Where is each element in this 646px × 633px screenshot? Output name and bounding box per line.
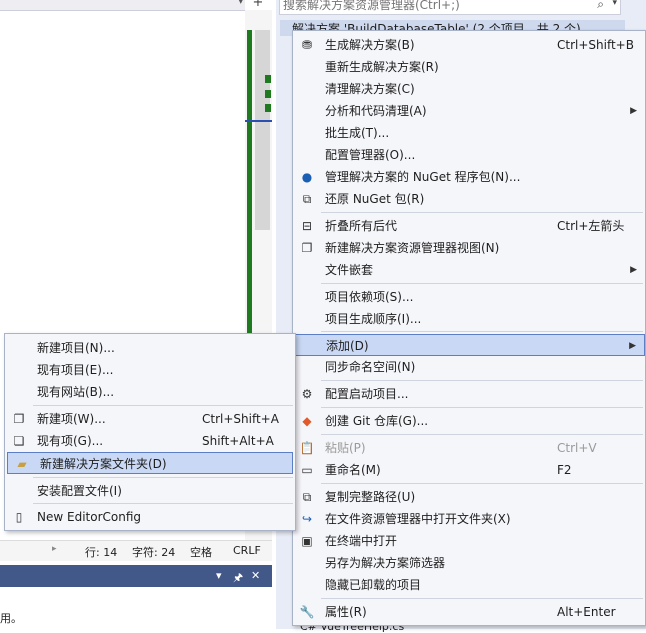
line-indicator[interactable]: 行: 14 [85,544,117,560]
close-icon[interactable]: ✕ [251,569,260,582]
menu-item-batch-build[interactable]: 批生成(T)... [293,122,645,144]
line-ending-indicator[interactable]: CRLF [233,544,261,557]
column-indicator[interactable]: 字符: 24 [132,544,175,560]
menu-item-open-in-terminal[interactable]: ▣ 在终端中打开 [293,530,645,552]
submenu-item-existing-project[interactable]: 现有项目(E)... [5,359,295,381]
solution-explorer-search[interactable]: ⌕ ▾ [279,0,621,15]
nuget-icon: ● [301,170,313,184]
build-solution-icon: ⛃ [301,38,313,52]
menu-separator [321,283,643,284]
submenu-item-new-project[interactable]: 新建项目(N)... [5,337,295,359]
menu-item-save-as-filter[interactable]: 另存为解决方案筛选器 [293,552,645,574]
scroll-left-icon[interactable]: ▸ [52,544,57,554]
submenu-item-install-config[interactable]: 安装配置文件(I) [5,480,295,502]
solution-context-menu: ⛃ 生成解决方案(B) Ctrl+Shift+B 重新生成解决方案(R) 清理解… [292,30,646,626]
menu-item-paste[interactable]: 📋 粘贴(P) Ctrl+V [293,437,645,459]
search-input[interactable] [280,0,586,13]
menu-item-project-dependencies[interactable]: 项目依赖项(S)... [293,286,645,308]
git-icon: ◆ [302,414,312,428]
add-tab-icon[interactable]: + [250,0,266,10]
gear-icon: ⚙ [301,387,313,401]
change-marker [265,90,271,98]
output-text: 用。 [0,612,22,625]
add-submenu: 新建项目(N)... 现有项目(E)... 现有网站(B)... ❐ 新建项(W… [4,333,296,531]
menu-item-configure-startup[interactable]: ⚙ 配置启动项目... [293,383,645,405]
submenu-item-new-solution-folder[interactable]: ▰ 新建解决方案文件夹(D) [7,452,293,474]
menu-item-rebuild-solution[interactable]: 重新生成解决方案(R) [293,56,645,78]
scrollbar-thumb[interactable] [255,30,270,230]
menu-item-hide-unloaded[interactable]: 隐藏已卸载的项目 [293,574,645,596]
submenu-item-existing-item[interactable]: ❏ 现有项(G)... Shift+Alt+A [5,430,295,452]
menu-item-sync-namespaces[interactable]: 同步命名空间(N) [293,356,645,378]
submenu-item-new-item[interactable]: ❐ 新建项(W)... Ctrl+Shift+A [5,408,295,430]
existing-item-icon: ❏ [13,434,25,448]
menu-separator [321,598,643,599]
new-view-icon: ❐ [301,241,313,255]
menu-separator [321,331,643,332]
menu-separator [321,407,643,408]
menu-separator [321,434,643,435]
chevron-down-icon[interactable]: ▾ [612,0,617,8]
menu-item-analyze-cleanup[interactable]: 分析和代码清理(A) ▶ [293,100,645,122]
menu-item-build-order[interactable]: 项目生成顺序(I)... [293,308,645,330]
menu-item-clean-solution[interactable]: 清理解决方案(C) [293,78,645,100]
menu-item-create-git-repo[interactable]: ◆ 创建 Git 仓库(G)... [293,410,645,432]
paste-icon: 📋 [299,441,315,455]
caret-position-marker [245,120,272,122]
menu-item-restore-nuget[interactable]: ⧉ 还原 NuGet 包(R) [293,188,645,210]
change-indicator-bar [247,30,252,340]
menu-item-manage-nuget[interactable]: ● 管理解决方案的 NuGet 程序包(N)... [293,166,645,188]
whitespace-indicator[interactable]: 空格 [190,544,212,560]
file-icon: ▯ [15,510,23,524]
submenu-arrow-icon: ▶ [629,341,636,351]
restore-icon: ⧉ [302,192,312,206]
collapse-icon: ⊟ [301,219,313,233]
terminal-icon: ▣ [301,534,313,548]
menu-separator [321,380,643,381]
folder-icon: ▰ [17,457,27,471]
output-panel-header: ▾ 🖈 ✕ [0,565,272,587]
menu-item-add[interactable]: 添加(D) ▶ [293,334,645,356]
chevron-down-icon[interactable]: ▾ [238,0,243,7]
pin-icon[interactable]: 🖈 [233,569,243,588]
menu-item-collapse-all[interactable]: ⊟ 折叠所有后代 Ctrl+左箭头 [293,215,645,237]
menu-item-rename[interactable]: ▭ 重命名(M) F2 [293,459,645,481]
menu-item-copy-full-path[interactable]: ⧉ 复制完整路径(U) [293,486,645,508]
menu-separator [33,503,293,504]
new-item-icon: ❐ [13,412,25,426]
search-icon[interactable]: ⌕ [597,0,604,12]
menu-separator [321,212,643,213]
submenu-arrow-icon: ▶ [630,265,637,275]
menu-item-new-explorer-view[interactable]: ❐ 新建解决方案资源管理器视图(N) [293,237,645,259]
editor-status-bar: ▸ 行: 14 字符: 24 空格 CRLF [0,540,272,561]
menu-item-config-manager[interactable]: 配置管理器(O)... [293,144,645,166]
menu-item-open-in-explorer[interactable]: ↪ 在文件资源管理器中打开文件夹(X) [293,508,645,530]
menu-separator [33,405,293,406]
change-marker [265,104,271,112]
copy-path-icon: ⧉ [302,490,312,504]
submenu-item-existing-website[interactable]: 现有网站(B)... [5,381,295,403]
submenu-item-new-editorconfig[interactable]: ▯ New EditorConfig [5,506,295,528]
panel-dropdown-icon[interactable]: ▾ [216,569,222,582]
submenu-arrow-icon: ▶ [630,106,637,116]
menu-item-build-solution[interactable]: ⛃ 生成解决方案(B) Ctrl+Shift+B [293,34,645,56]
menu-item-file-nesting[interactable]: 文件嵌套 ▶ [293,259,645,281]
menu-separator [33,477,293,478]
open-folder-icon: ↪ [301,512,313,526]
wrench-icon: 🔧 [299,605,315,619]
menu-separator [321,483,643,484]
change-marker [265,75,271,83]
editor-navigation-bar[interactable]: ▾ [0,0,245,11]
menu-item-properties[interactable]: 🔧 属性(R) Alt+Enter [293,601,645,623]
rename-icon: ▭ [301,463,313,477]
